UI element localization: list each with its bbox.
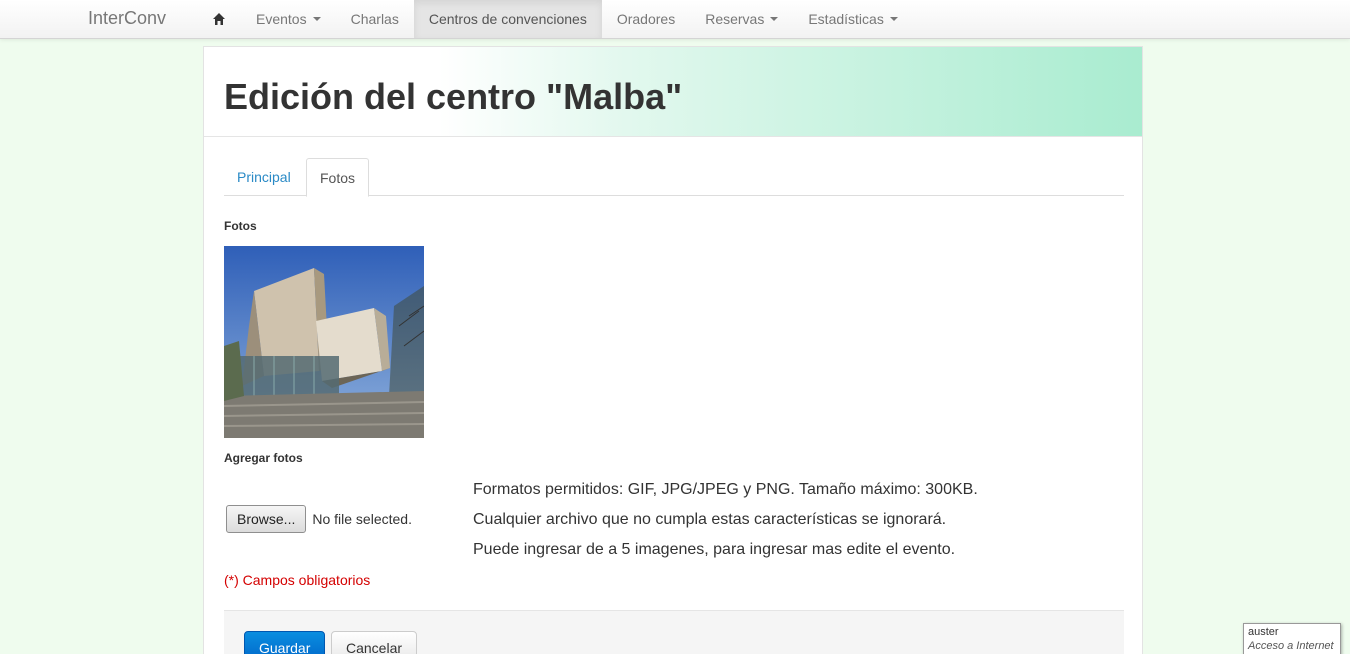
nav-eventos[interactable]: Eventos	[241, 0, 336, 38]
nav-charlas-label: Charlas	[350, 11, 399, 27]
chevron-down-icon	[312, 17, 321, 21]
file-status: No file selected.	[312, 511, 412, 527]
center-photo[interactable]	[224, 246, 424, 438]
nav-centros-label: Centros de convenciones	[428, 11, 587, 27]
status-user: auster	[1248, 626, 1279, 638]
browse-button[interactable]: Browse...	[226, 505, 307, 533]
nav-oradores-label: Oradores	[616, 11, 676, 27]
file-upload: Browse... No file selected.	[226, 505, 412, 533]
add-photos-label: Agregar fotos	[224, 451, 303, 465]
network-status-popup: auster Acceso a Internet	[1243, 623, 1341, 654]
tab-fotos[interactable]: Fotos	[306, 158, 370, 197]
nav-centros[interactable]: Centros de convenciones	[413, 0, 602, 38]
nav-eventos-label: Eventos	[256, 11, 307, 27]
nav-estadisticas[interactable]: Estadísticas	[793, 0, 912, 38]
form-actions: Guardar Cancelar	[224, 610, 1124, 654]
nav-menu: Eventos Charlas Centros de convenciones …	[197, 0, 913, 38]
edit-center-panel: Edición del centro "Malba" Principal Fot…	[203, 46, 1143, 654]
chevron-down-icon	[889, 17, 898, 21]
tab-bar: Principal Fotos	[224, 158, 1124, 197]
building-photo-image	[224, 246, 424, 438]
help-formats: Formatos permitidos: GIF, JPG/JPEG y PNG…	[473, 481, 978, 498]
cancel-button[interactable]: Cancelar	[331, 631, 418, 654]
nav-charlas[interactable]: Charlas	[336, 0, 414, 38]
page-title: Edición del centro "Malba"	[224, 76, 683, 117]
save-button[interactable]: Guardar	[244, 631, 326, 654]
nav-reservas[interactable]: Reservas	[690, 0, 793, 38]
required-fields-note: (*) Campos obligatorios	[224, 572, 371, 588]
nav-home[interactable]	[197, 0, 241, 38]
brand-logo[interactable]: InterConv	[88, 8, 166, 29]
top-navbar: InterConv Eventos Charlas Centros de con…	[0, 0, 1350, 39]
photos-label: Fotos	[224, 219, 257, 233]
nav-oradores[interactable]: Oradores	[602, 0, 690, 38]
status-zone: Acceso a Internet	[1248, 640, 1334, 652]
tab-principal[interactable]: Principal	[224, 158, 304, 196]
chevron-down-icon	[770, 17, 779, 21]
nav-estadisticas-label: Estadísticas	[808, 11, 884, 27]
home-icon	[213, 13, 225, 25]
help-limit: Puede ingresar de a 5 imagenes, para ing…	[473, 541, 956, 558]
nav-reservas-label: Reservas	[705, 11, 765, 27]
help-ignored: Cualquier archivo que no cumpla estas ca…	[473, 511, 947, 528]
